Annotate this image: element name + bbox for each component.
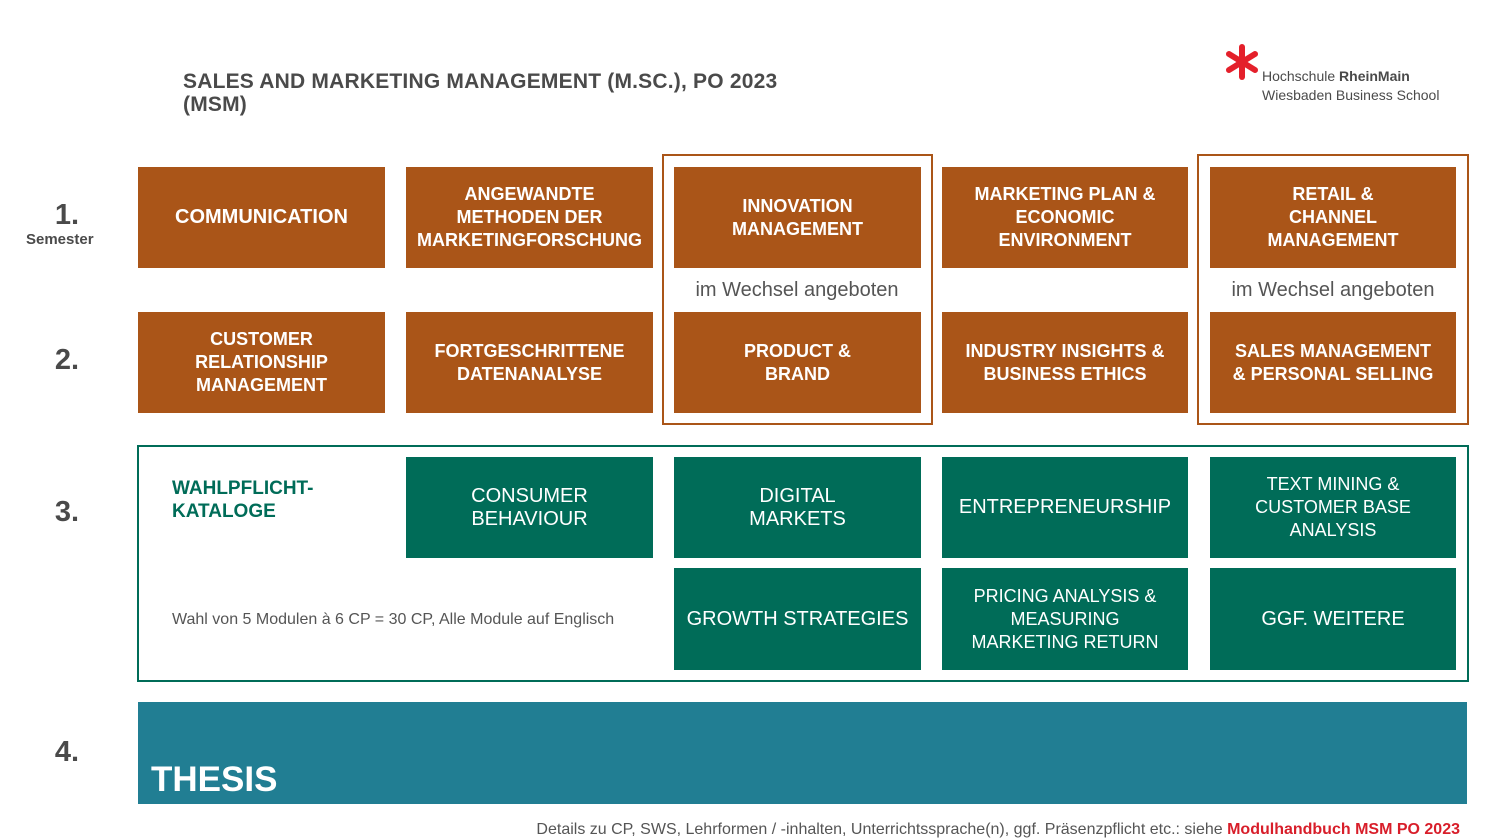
module-communication: COMMUNICATION (138, 167, 385, 268)
elective-consumer-behaviour: CONSUMER BEHAVIOUR (406, 457, 653, 558)
asterisk-logo-icon (1226, 44, 1258, 80)
footer-note: Details zu CP, SWS, Lehrformen / -inhalt… (536, 821, 1460, 839)
alternating-label-2: im Wechsel angeboten (1231, 279, 1435, 301)
semester-caption: Semester (26, 231, 94, 248)
alternating-label-1: im Wechsel angeboten (695, 279, 899, 301)
elective-growth-strategies: GROWTH STRATEGIES (674, 568, 921, 670)
module-fortgeschrittene-datenanalyse: FORTGESCHRITTENE DATENANALYSE (406, 312, 653, 413)
logo-line-2: Wiesbaden Business School (1262, 87, 1440, 103)
elective-text-mining: TEXT MINING & CUSTOMER BASE ANALYSIS (1210, 457, 1456, 558)
semester-3-label: 3. (54, 496, 80, 528)
module-industry-insights: INDUSTRY INSIGHTS & BUSINESS ETHICS (942, 312, 1188, 413)
module-sales-management: SALES MANAGEMENT & PERSONAL SELLING (1210, 312, 1456, 413)
elective-entrepreneurship: ENTREPRENEURSHIP (942, 457, 1188, 558)
elective-pricing-analysis: PRICING ANALYSIS & MEASURING MARKETING R… (942, 568, 1188, 670)
module-innovation-management: INNOVATION MANAGEMENT (674, 167, 921, 268)
thesis-label: THESIS (151, 760, 278, 799)
elective-note: Wahl von 5 Modulen à 6 CP = 30 CP, Alle … (172, 611, 615, 628)
semester-2-label: 2. (54, 344, 80, 376)
module-angewandte-methoden: ANGEWANDTE METHODEN DER MARKETINGFORSCHU… (406, 167, 653, 268)
module-customer-relationship: CUSTOMER RELATIONSHIP MANAGEMENT (138, 312, 385, 413)
module-product-brand: PRODUCT & BRAND (674, 312, 921, 413)
modulhandbuch-link[interactable]: Modulhandbuch MSM PO 2023 (1227, 821, 1460, 838)
thesis-bar: THESIS (138, 702, 1467, 804)
semester-1-label: 1. (54, 199, 80, 231)
module-marketing-plan: MARKETING PLAN & ECONOMIC ENVIRONMENT (942, 167, 1188, 268)
module-retail-channel: RETAIL & CHANNEL MANAGEMENT (1210, 167, 1456, 268)
school-logo: Hochschule RheinMain Wiesbaden Business … (1222, 42, 1472, 112)
elective-ggf-weitere: GGF. WEITERE (1210, 568, 1456, 670)
logo-line-1: Hochschule RheinMain (1262, 68, 1410, 84)
elective-digital-markets: DIGITAL MARKETS (674, 457, 921, 558)
page-title: SALES AND MARKETING MANAGEMENT (M.SC.), … (183, 70, 778, 116)
footer-text: Details zu CP, SWS, Lehrformen / -inhalt… (536, 821, 1228, 838)
elective-catalog-title: WAHLPFLICHT-KATALOGE (172, 478, 314, 522)
semester-4-label: 4. (54, 736, 80, 768)
